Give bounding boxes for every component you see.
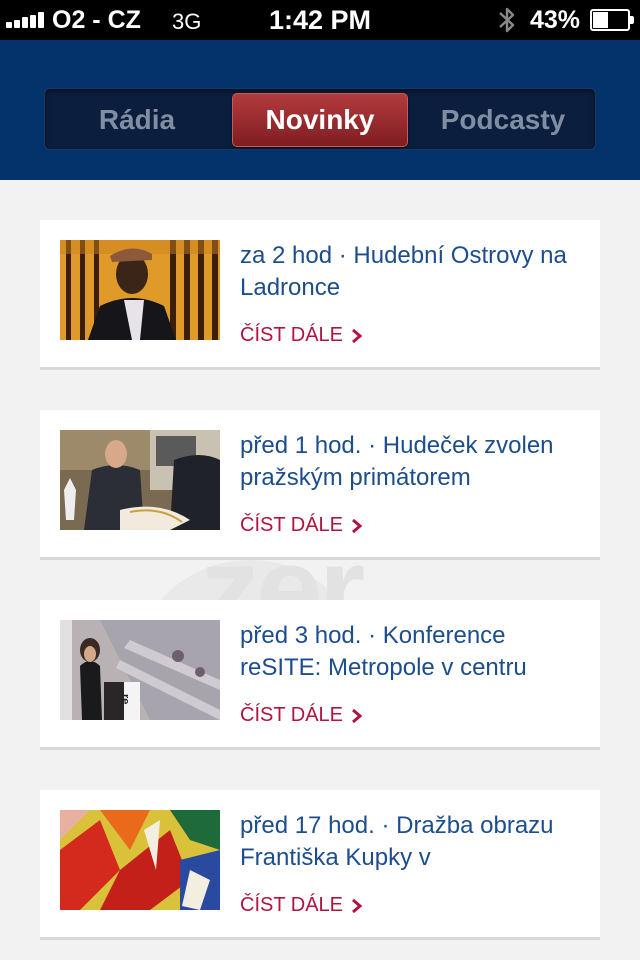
app-header: Rádia Novinky Podcasty	[0, 40, 640, 180]
read-more-label: ČÍST DÁLE	[240, 514, 343, 536]
news-title[interactable]: za 2 hod · Hudební Ostrovy na Ladronce	[240, 240, 590, 304]
svg-text:re: re	[119, 694, 131, 704]
news-thumbnail: re	[60, 620, 220, 720]
chevron-right-icon	[352, 898, 363, 913]
section-switcher: Rádia Novinky Podcasty	[44, 88, 596, 150]
bluetooth-icon	[499, 7, 515, 33]
status-bar: O2 - CZ 3G 1:42 PM 43%	[0, 0, 640, 40]
news-thumbnail	[60, 430, 220, 530]
read-more-label: ČÍST DÁLE	[240, 324, 343, 346]
news-thumbnail	[60, 240, 220, 340]
chevron-right-icon	[352, 518, 363, 533]
news-thumbnail	[60, 810, 220, 910]
news-item[interactable]: re před 3 hod. · Konference reSITE: Metr…	[40, 600, 600, 750]
read-more-link[interactable]: ČÍST DÁLE	[240, 514, 363, 537]
news-title[interactable]: před 3 hod. · Konference reSITE: Metropo…	[240, 620, 590, 684]
read-more-link[interactable]: ČÍST DÁLE	[240, 704, 363, 727]
news-title[interactable]: před 1 hod. · Hudeček zvolen pražským pr…	[240, 430, 590, 494]
read-more-label: ČÍST DÁLE	[240, 894, 343, 916]
news-item[interactable]: před 17 hod. · Dražba obrazu Františka K…	[40, 790, 600, 940]
read-more-label: ČÍST DÁLE	[240, 704, 343, 726]
read-more-link[interactable]: ČÍST DÁLE	[240, 324, 363, 347]
news-item[interactable]: před 1 hod. · Hudeček zvolen pražským pr…	[40, 410, 600, 560]
chevron-right-icon	[352, 328, 363, 343]
tab-radia[interactable]: Rádia	[45, 93, 229, 147]
news-title[interactable]: před 17 hod. · Dražba obrazu Františka K…	[240, 810, 590, 874]
read-more-link[interactable]: ČÍST DÁLE	[240, 894, 363, 917]
battery-icon	[590, 9, 634, 31]
tab-novinky[interactable]: Novinky	[232, 93, 408, 147]
news-item[interactable]: za 2 hod · Hudební Ostrovy na Ladronce Č…	[40, 220, 600, 370]
chevron-right-icon	[352, 708, 363, 723]
news-list: zer za 2 hod · Hudební Ostrovy na Ladron…	[0, 180, 640, 960]
battery-percent: 43%	[530, 6, 581, 34]
tab-podcasty[interactable]: Podcasty	[411, 93, 595, 147]
